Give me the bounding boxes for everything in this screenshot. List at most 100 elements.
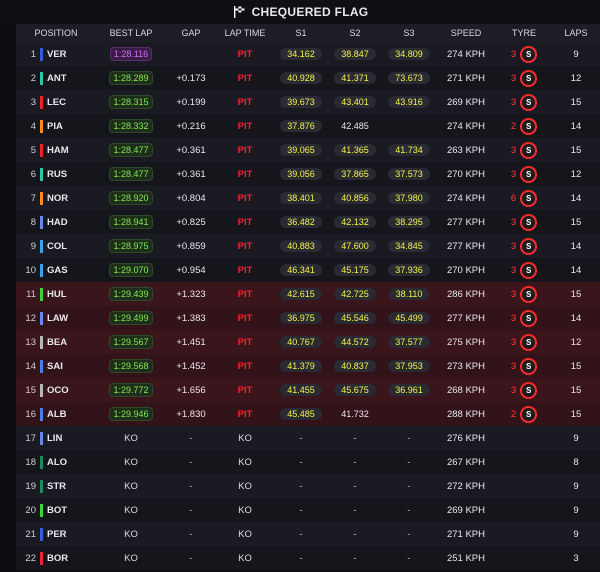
best-lap-value: 1:28.116	[109, 47, 153, 61]
driver-row[interactable]: 4 PIA 1:28.332 +0.216 PIT 37.876 42.485 274 KP…	[16, 114, 600, 138]
s3-value: 34.809	[388, 48, 430, 60]
position-number: 22	[25, 552, 36, 564]
driver-row[interactable]: 16 ALB 1:29.946 +1.830 PIT 45.485 41.732 288 K…	[16, 402, 600, 426]
driver-row[interactable]: 21 PER KO - KO - - - 271 KPH 9	[16, 522, 600, 546]
tyre-cell: 3S	[496, 66, 552, 90]
position-number: 6	[30, 168, 36, 180]
lap-time-value: PIT	[237, 288, 253, 300]
s3-cell	[382, 402, 436, 426]
col-gap[interactable]: GAP	[166, 24, 216, 42]
laps-cell: 9	[552, 42, 600, 66]
position-number: 13	[25, 336, 36, 348]
soft-tyre-icon: S	[520, 309, 538, 327]
driver-row[interactable]: 7 NOR 1:28.920 +0.804 PIT 38.401 40.856 37.980…	[16, 186, 600, 210]
soft-tyre-icon: S	[520, 405, 538, 423]
best-lap-cell: 1:28.315	[96, 90, 166, 114]
s2-cell: 37.865	[328, 162, 382, 186]
lap-time-cell: PIT	[216, 306, 274, 330]
col-laps[interactable]: LAPS	[552, 24, 600, 42]
gap-value: +1.656	[176, 384, 206, 396]
position-number: 12	[25, 312, 36, 324]
speed-value: 267 KPH	[446, 456, 486, 468]
driver-row[interactable]: 10 GAS 1:29.070 +0.954 PIT 46.341 45.175 37.93…	[16, 258, 600, 282]
col-best-lap[interactable]: BEST LAP	[96, 24, 166, 42]
s1-value: 39.673	[280, 96, 322, 108]
lap-time-value: PIT	[237, 408, 253, 420]
driver-row[interactable]: 11 HUL 1:29.439 +1.323 PIT 42.615 42.725 38.11…	[16, 282, 600, 306]
tyre-cell: 3S	[496, 330, 552, 354]
col-position[interactable]: POSITION	[16, 24, 96, 42]
s2-value: 42.725	[334, 288, 376, 300]
best-lap-cell: KO	[96, 522, 166, 546]
laps-value: 14	[570, 312, 582, 324]
driver-row[interactable]: 12 LAW 1:29.499 +1.383 PIT 36.975 45.546 45.49…	[16, 306, 600, 330]
laps-value: 15	[570, 96, 582, 108]
speed-value: 269 KPH	[446, 96, 486, 108]
position-number: 15	[25, 384, 36, 396]
col-tyre[interactable]: TYRE	[496, 24, 552, 42]
driver-row[interactable]: 18 ALO KO - KO - - - 267 KPH 8	[16, 450, 600, 474]
position-cell: 20 BOT	[16, 498, 96, 522]
s1-value: 34.162	[280, 48, 322, 60]
s2-value: -	[353, 480, 357, 492]
driver-row[interactable]: 17 LIN KO - KO - - - 276 KPH 9	[16, 426, 600, 450]
driver-row[interactable]: 22 BOR KO - KO - - - 251 KPH 3	[16, 546, 600, 570]
tyre-age: 2	[510, 120, 517, 132]
s1-value: 40.883	[280, 240, 322, 252]
speed-cell: 275 KPH	[436, 330, 496, 354]
driver-row[interactable]: 9 COL 1:28.975 +0.859 PIT 40.883 47.600 34.845…	[16, 234, 600, 258]
s2-value: -	[353, 456, 357, 468]
tyre-cell	[496, 522, 552, 546]
position-cell: 21 PER	[16, 522, 96, 546]
s1-cell: 39.065	[274, 138, 328, 162]
driver-row[interactable]: 3 LEC 1:28.315 +0.199 PIT 39.673 43.401 43.916…	[16, 90, 600, 114]
laps-cell: 12	[552, 162, 600, 186]
s3-cell: 37.953	[382, 354, 436, 378]
best-lap-value: 1:28.941	[109, 215, 153, 229]
position-number: 4	[30, 120, 36, 132]
s1-cell: -	[274, 426, 328, 450]
driver-row[interactable]: 14 SAI 1:29.568 +1.452 PIT 41.379 40.837 37.95…	[16, 354, 600, 378]
gap-value: -	[189, 552, 193, 564]
best-lap-value: KO	[124, 432, 138, 444]
team-color-bar	[40, 527, 43, 541]
gap-value: -	[189, 432, 193, 444]
col-s1[interactable]: S1	[274, 24, 328, 42]
gap-value: +0.804	[176, 192, 206, 204]
lap-time-cell: PIT	[216, 90, 274, 114]
speed-cell: 263 KPH	[436, 138, 496, 162]
lap-time-cell: PIT	[216, 186, 274, 210]
best-lap-value: 1:29.567	[109, 335, 153, 349]
s2-cell: 44.572	[328, 330, 382, 354]
position-number: 7	[30, 192, 36, 204]
driver-row[interactable]: 13 BEA 1:29.567 +1.451 PIT 40.767 44.572 37.57…	[16, 330, 600, 354]
gap-value: +1.830	[176, 408, 206, 420]
laps-value: 9	[573, 48, 579, 60]
driver-row[interactable]: 8 HAD 1:28.941 +0.825 PIT 36.482 42.132 38.295…	[16, 210, 600, 234]
lap-time-value: PIT	[237, 48, 253, 60]
s2-value: 41.365	[334, 144, 376, 156]
laps-cell: 14	[552, 258, 600, 282]
driver-row[interactable]: 20 BOT KO - KO - - - 269 KPH 9	[16, 498, 600, 522]
col-lap-time[interactable]: LAP TIME	[216, 24, 274, 42]
driver-row[interactable]: 5 HAM 1:28.477 +0.361 PIT 39.065 41.365 41.734…	[16, 138, 600, 162]
team-color-bar	[40, 119, 43, 133]
best-lap-cell: KO	[96, 426, 166, 450]
speed-value: 269 KPH	[446, 504, 486, 516]
col-s2[interactable]: S2	[328, 24, 382, 42]
lap-time-value: PIT	[237, 168, 253, 180]
speed-cell: 251 KPH	[436, 546, 496, 570]
speed-value: 277 KPH	[446, 312, 486, 324]
driver-row[interactable]: 1 VER 1:28.116 PIT 34.162 38.847 34.809 274 KP…	[16, 42, 600, 66]
laps-value: 12	[570, 336, 582, 348]
driver-row[interactable]: 2 ANT 1:28.289 +0.173 PIT 40.928 41.371 73.673…	[16, 66, 600, 90]
col-s3[interactable]: S3	[382, 24, 436, 42]
s2-cell: 42.132	[328, 210, 382, 234]
timing-table: POSITION BEST LAP GAP LAP TIME S1 S2 S3 …	[16, 24, 600, 570]
driver-row[interactable]: 15 OCO 1:29.772 +1.656 PIT 41.455 45.675 36.96…	[16, 378, 600, 402]
s1-cell: -	[274, 498, 328, 522]
position-number: 9	[30, 240, 36, 252]
driver-row[interactable]: 6 RUS 1:28.477 +0.361 PIT 39.056 37.865 37.573…	[16, 162, 600, 186]
col-speed[interactable]: SPEED	[436, 24, 496, 42]
driver-row[interactable]: 19 STR KO - KO - - - 272 KPH 9	[16, 474, 600, 498]
